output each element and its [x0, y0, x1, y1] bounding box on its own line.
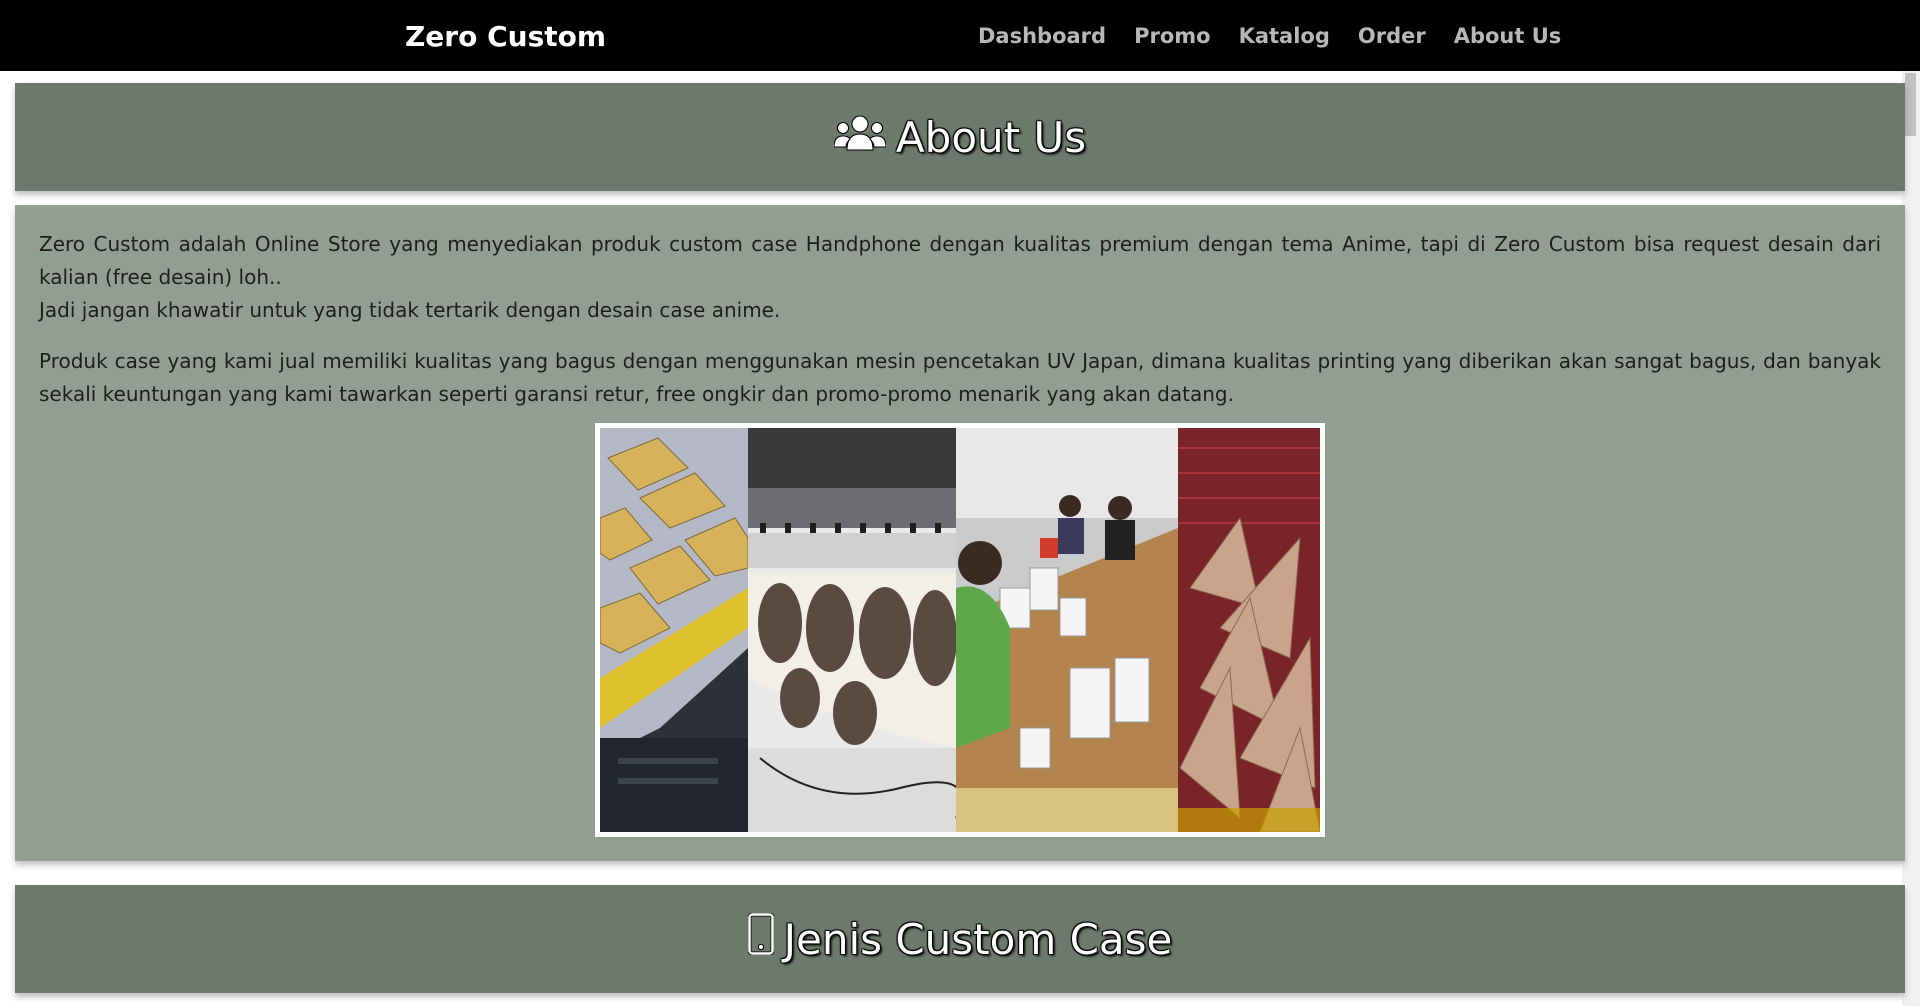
about-content: Zero Custom adalah Online Store yang men…: [15, 205, 1905, 861]
production-photo-collage: [595, 423, 1325, 837]
nav-link-about-us[interactable]: About Us: [1454, 24, 1562, 48]
navbar: Zero Custom Dashboard Promo Katalog Orde…: [0, 0, 1920, 71]
production-photo: [599, 428, 1321, 833]
nav-link-order[interactable]: Order: [1358, 24, 1426, 48]
brand-logo[interactable]: Zero Custom: [405, 20, 606, 53]
nav-links: Dashboard Promo Katalog Order About Us: [978, 24, 1561, 48]
users-icon: [833, 113, 887, 162]
nav-link-dashboard[interactable]: Dashboard: [978, 24, 1106, 48]
about-paragraph-1-line-1: Zero Custom adalah Online Store yang men…: [39, 232, 1881, 289]
about-paragraph-1-line-2: Jadi jangan khawatir untuk yang tidak te…: [39, 298, 781, 322]
jenis-custom-case-title-text: Jenis Custom Case: [783, 914, 1173, 964]
about-paragraph-1: Zero Custom adalah Online Store yang men…: [39, 228, 1881, 327]
jenis-custom-case-header: Jenis Custom Case: [15, 885, 1905, 993]
scrollbar-thumb[interactable]: [1905, 73, 1916, 136]
jenis-custom-case-title: Jenis Custom Case: [747, 912, 1173, 965]
nav-link-promo[interactable]: Promo: [1134, 24, 1210, 48]
about-paragraph-2: Produk case yang kami jual memiliki kual…: [39, 349, 1881, 406]
about-us-title-text: About Us: [895, 112, 1087, 162]
mobile-phone-icon: [747, 912, 775, 965]
about-us-header: About Us: [15, 83, 1905, 191]
about-us-title: About Us: [833, 112, 1087, 162]
nav-link-katalog[interactable]: Katalog: [1239, 24, 1330, 48]
